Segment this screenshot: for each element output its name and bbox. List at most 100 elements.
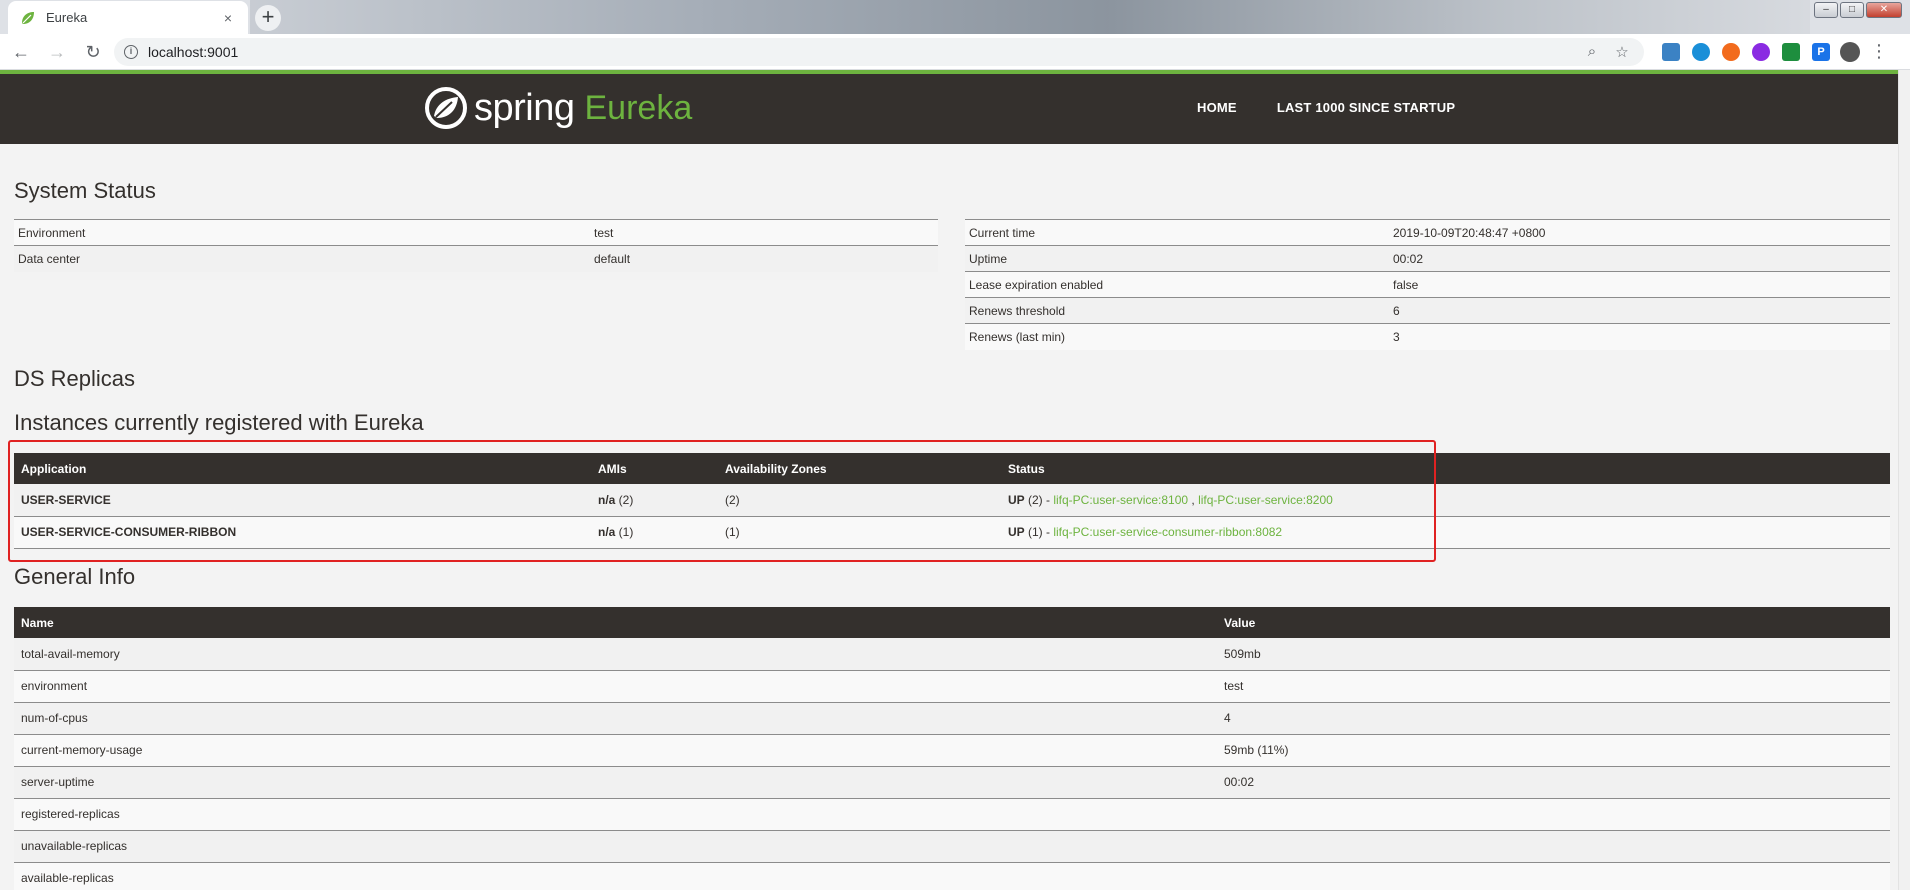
browser-toolbar: ← → ↻ i localhost:9001 ⌕ ☆ P ⋮ bbox=[0, 34, 1910, 70]
extension-icon[interactable]: P bbox=[1812, 42, 1830, 61]
instance-link[interactable]: lifq-PC:user-service:8100 bbox=[1053, 493, 1188, 507]
brand-eureka-text: Eureka bbox=[584, 88, 693, 127]
spring-leaf-favicon-icon bbox=[22, 11, 34, 24]
table-row: total-avail-memory 509mb bbox=[14, 638, 1890, 671]
column-header-application: Application bbox=[14, 453, 591, 484]
page-scrollbar[interactable] bbox=[1898, 70, 1910, 890]
column-header-status: Status bbox=[1001, 453, 1890, 484]
application-name: USER-SERVICE-CONSUMER-RIBBON bbox=[14, 516, 591, 549]
zoom-icon[interactable]: ⌕ bbox=[1580, 43, 1604, 60]
status-count: (2) - bbox=[1024, 492, 1054, 507]
bookmark-star-icon[interactable]: ☆ bbox=[1610, 43, 1634, 61]
info-name: current-memory-usage bbox=[14, 734, 1217, 767]
status-value: default bbox=[590, 245, 938, 272]
instance-link[interactable]: lifq-PC:user-service-consumer-ribbon:808… bbox=[1053, 525, 1282, 539]
system-status-right-table: Current time 2019-10-09T20:48:47 +0800 U… bbox=[965, 219, 1890, 350]
info-value bbox=[1217, 830, 1890, 863]
column-header-zones: Availability Zones bbox=[718, 453, 1001, 484]
browser-menu-icon[interactable]: ⋮ bbox=[1870, 41, 1888, 62]
table-row: Lease expiration enabled false bbox=[965, 271, 1890, 298]
forward-arrow-icon[interactable]: → bbox=[42, 37, 72, 67]
extension-icon[interactable] bbox=[1722, 42, 1740, 61]
info-value: 4 bbox=[1217, 702, 1890, 735]
column-header-amis: AMIs bbox=[591, 453, 718, 484]
table-row: Data center default bbox=[14, 245, 938, 272]
info-name: total-avail-memory bbox=[14, 638, 1217, 671]
url-text[interactable]: localhost:9001 bbox=[148, 44, 1574, 60]
reload-icon[interactable]: ↻ bbox=[78, 37, 108, 67]
system-status-title: System Status bbox=[14, 178, 156, 203]
status-up: UP bbox=[1008, 492, 1025, 507]
info-value bbox=[1217, 862, 1890, 890]
link-separator: , bbox=[1188, 492, 1199, 507]
instance-link[interactable]: lifq-PC:user-service:8200 bbox=[1198, 493, 1333, 507]
amis-value: n/a bbox=[598, 492, 616, 507]
brand-logo[interactable]: spring Eureka bbox=[424, 84, 692, 132]
profile-avatar[interactable] bbox=[1840, 41, 1860, 62]
extension-icons: P bbox=[1662, 42, 1830, 61]
application-name: USER-SERVICE bbox=[14, 484, 591, 517]
info-value: 59mb (11%) bbox=[1217, 734, 1890, 767]
status-key: Renews threshold bbox=[965, 297, 1389, 324]
ds-replicas-title: DS Replicas bbox=[14, 366, 136, 391]
table-row: server-uptime 00:02 bbox=[14, 766, 1890, 799]
spring-logo-icon bbox=[425, 87, 467, 129]
table-row: registered-replicas bbox=[14, 798, 1890, 831]
window-close-icon[interactable]: ✕ bbox=[1866, 2, 1902, 18]
minimize-icon[interactable]: – bbox=[1814, 2, 1838, 18]
browser-tab-eureka[interactable]: Eureka × bbox=[8, 1, 248, 34]
status-cell: UP (2) - lifq-PC:user-service:8100 , lif… bbox=[1001, 484, 1890, 517]
browser-tab-strip: Eureka × + – □ ✕ bbox=[0, 0, 1910, 34]
info-name: unavailable-replicas bbox=[14, 830, 1217, 863]
table-row: Renews threshold 6 bbox=[965, 297, 1890, 324]
status-cell: UP (1) - lifq-PC:user-service-consumer-r… bbox=[1001, 516, 1890, 549]
amis-count: (1) bbox=[615, 525, 634, 539]
table-row: unavailable-replicas bbox=[14, 830, 1890, 863]
amis-count: (2) bbox=[615, 492, 634, 507]
info-value: test bbox=[1217, 670, 1890, 703]
system-status-left-table: Environment test Data center default bbox=[14, 219, 938, 272]
status-key: Environment bbox=[14, 219, 590, 246]
table-row: current-memory-usage 59mb (11%) bbox=[14, 734, 1890, 767]
table-row: available-replicas bbox=[14, 862, 1890, 890]
general-info-title: General Info bbox=[14, 564, 136, 589]
nav-home-link[interactable]: HOME bbox=[1197, 100, 1237, 115]
nav-last-1000-link[interactable]: LAST 1000 SINCE STARTUP bbox=[1277, 100, 1455, 115]
new-tab-button[interactable]: + bbox=[255, 5, 281, 31]
amis-cell: n/a (2) bbox=[591, 484, 718, 517]
info-value: 509mb bbox=[1217, 638, 1890, 671]
address-bar[interactable]: i localhost:9001 ⌕ ☆ bbox=[114, 37, 1644, 66]
table-row: Uptime 00:02 bbox=[965, 245, 1890, 272]
maximize-icon[interactable]: □ bbox=[1840, 2, 1864, 18]
eureka-navbar: spring Eureka HOME LAST 1000 SINCE START… bbox=[0, 74, 1898, 144]
extension-icon[interactable] bbox=[1662, 42, 1680, 61]
table-row: Renews (last min) 3 bbox=[965, 323, 1890, 350]
table-row: Environment test bbox=[14, 219, 938, 246]
status-up: UP bbox=[1008, 525, 1025, 539]
back-arrow-icon[interactable]: ← bbox=[6, 37, 36, 67]
extension-icon[interactable] bbox=[1692, 42, 1710, 61]
general-info-table: Name Value total-avail-memory 509mb envi… bbox=[14, 607, 1890, 890]
info-name: server-uptime bbox=[14, 766, 1217, 799]
site-info-icon[interactable]: i bbox=[124, 44, 138, 59]
blurred-window-background bbox=[250, 0, 1810, 34]
table-row: environment test bbox=[14, 670, 1890, 703]
status-count: (1) - bbox=[1024, 525, 1054, 539]
table-row: USER-SERVICE-CONSUMER-RIBBON n/a (1) (1)… bbox=[14, 516, 1890, 549]
status-key: Renews (last min) bbox=[965, 323, 1389, 350]
extension-icon[interactable] bbox=[1782, 42, 1800, 61]
status-value: 3 bbox=[1389, 323, 1890, 350]
header-nav: HOME LAST 1000 SINCE STARTUP bbox=[1197, 100, 1455, 115]
instances-table: Application AMIs Availability Zones Stat… bbox=[14, 453, 1890, 549]
status-key: Lease expiration enabled bbox=[965, 271, 1389, 298]
table-header-row: Name Value bbox=[14, 607, 1890, 638]
status-key: Data center bbox=[14, 245, 590, 272]
tab-title: Eureka bbox=[46, 10, 88, 25]
tab-close-icon[interactable]: × bbox=[220, 10, 236, 26]
extension-icon[interactable] bbox=[1752, 42, 1770, 61]
amis-value: n/a bbox=[598, 525, 616, 539]
info-value: 00:02 bbox=[1217, 766, 1890, 799]
brand-spring-text: spring bbox=[474, 86, 575, 129]
status-value: test bbox=[590, 219, 938, 246]
window-controls: – □ ✕ bbox=[1814, 2, 1902, 18]
